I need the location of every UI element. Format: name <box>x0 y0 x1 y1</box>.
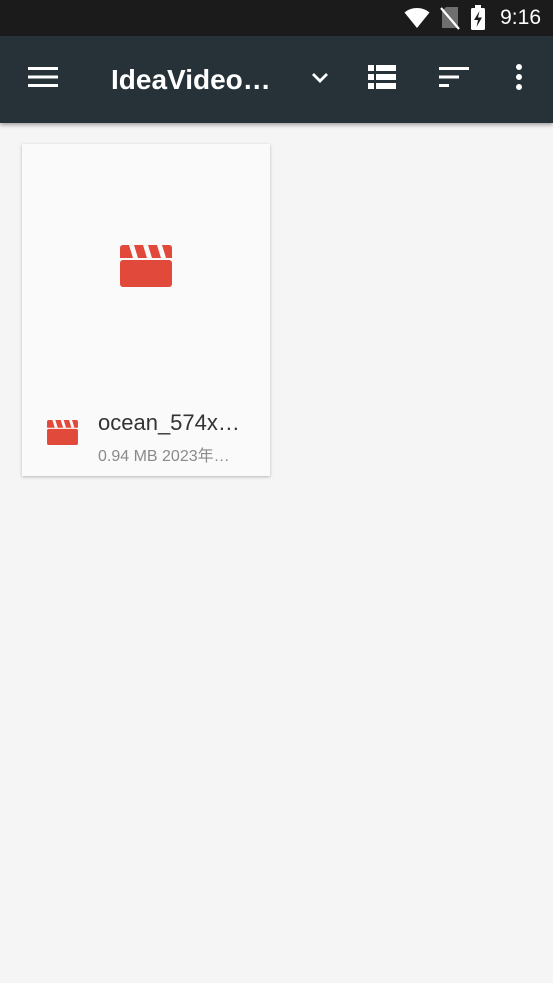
file-thumbnail <box>22 144 270 394</box>
battery-charging-icon <box>470 5 486 31</box>
status-icons: 9:16 <box>404 0 541 36</box>
sort-button[interactable] <box>426 36 482 123</box>
file-card[interactable]: ocean_574x… 0.94 MB 2023年… <box>22 144 270 476</box>
view-mode-button[interactable] <box>354 36 410 123</box>
file-meta: 0.94 MB 2023年… <box>98 448 230 465</box>
chevron-down-icon <box>311 71 329 89</box>
wifi-icon <box>404 7 430 29</box>
more-options-button[interactable] <box>491 36 547 123</box>
folder-selector[interactable]: IdeaVideo… <box>100 36 340 123</box>
file-name: ocean_574x… <box>98 410 240 435</box>
more-vert-icon <box>515 64 523 95</box>
status-bar: 9:16 <box>0 0 553 36</box>
list-view-icon <box>368 65 396 94</box>
sort-icon <box>439 67 469 92</box>
menu-icon <box>28 66 58 93</box>
video-file-icon <box>47 420 78 450</box>
no-sim-icon <box>440 6 460 30</box>
toolbar: IdeaVideo… <box>0 36 553 123</box>
file-info: ocean_574x… 0.94 MB 2023年… <box>22 394 270 476</box>
folder-title: IdeaVideo… <box>111 63 271 95</box>
video-file-icon <box>120 244 172 292</box>
menu-button[interactable] <box>15 36 71 123</box>
clock: 9:16 <box>500 6 541 29</box>
